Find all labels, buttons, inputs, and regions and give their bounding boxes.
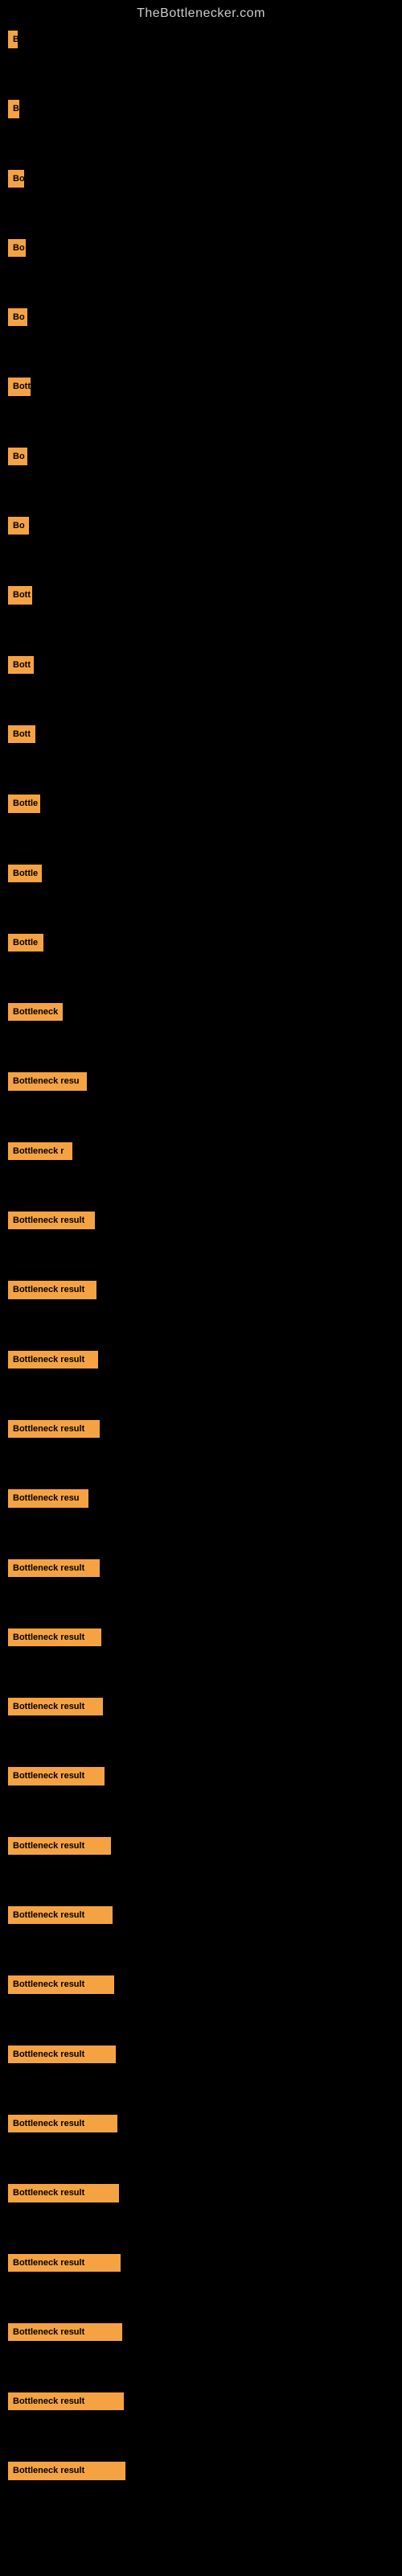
bar-row: Bottleneck result	[8, 1351, 394, 1368]
bar-row: Bott	[8, 725, 394, 743]
bar-row: Bo	[8, 517, 394, 535]
bar-label: Bottle	[8, 934, 43, 952]
bar-label: Bottleneck result	[8, 1351, 98, 1368]
bar-row: Bottleneck	[8, 1003, 394, 1021]
bars-container: B B Bo Bo Bo Bott Bo Bo Bott Bott Bott Bottle Bottle…	[0, 31, 402, 2532]
bar-row: Bottleneck result	[8, 2115, 394, 2132]
bar-label: Bottleneck result	[8, 2392, 124, 2410]
bar-row: Bottle	[8, 795, 394, 812]
bar-row: Bottleneck result	[8, 1698, 394, 1715]
bar-row: Bottleneck result	[8, 1629, 394, 1646]
bar-row: Bottleneck result	[8, 1767, 394, 1785]
bar-label: Bott	[8, 378, 31, 395]
bar-row: Bo	[8, 308, 394, 326]
bar-label: Bottleneck result	[8, 2184, 119, 2202]
bar-row: B	[8, 100, 394, 118]
bar-label: Bottleneck result	[8, 1559, 100, 1577]
bar-row: Bottleneck result	[8, 1212, 394, 1229]
bar-row: Bottleneck result	[8, 1837, 394, 1855]
bar-label: B	[8, 31, 18, 48]
bar-label: Bo	[8, 517, 29, 535]
bar-label: B	[8, 100, 19, 118]
bar-label: Bott	[8, 725, 35, 743]
bar-row: Bott	[8, 586, 394, 604]
bar-label: Bottleneck result	[8, 2254, 121, 2272]
site-title: TheBottlenecker.com	[0, 0, 402, 31]
bar-row: Bott	[8, 656, 394, 674]
bar-label: Bottleneck result	[8, 2046, 116, 2063]
bar-row: Bottleneck result	[8, 2462, 394, 2479]
bar-row: Bottle	[8, 934, 394, 952]
bar-row: Bottleneck result	[8, 1906, 394, 1924]
bar-row: Bottleneck result	[8, 2392, 394, 2410]
bar-label: Bottleneck result	[8, 1629, 101, 1646]
bar-label: Bottleneck result	[8, 1420, 100, 1438]
bar-label: Bo	[8, 170, 24, 188]
bar-label: Bottleneck result	[8, 1837, 111, 1855]
bar-row: Bottleneck result	[8, 1559, 394, 1577]
bar-label: Bottle	[8, 865, 42, 882]
bar-label: Bottleneck	[8, 1003, 63, 1021]
bar-label: Bott	[8, 586, 32, 604]
bar-label: Bottleneck result	[8, 1212, 95, 1229]
bar-row: Bo	[8, 448, 394, 465]
bar-row: Bottleneck result	[8, 1420, 394, 1438]
bar-row: Bottleneck result	[8, 2254, 394, 2272]
bar-label: Bottleneck result	[8, 1281, 96, 1298]
bar-label: Bo	[8, 448, 27, 465]
bar-row: Bo	[8, 239, 394, 257]
bar-row: Bottleneck r	[8, 1142, 394, 1160]
bar-label: Bottle	[8, 795, 40, 812]
bar-row: Bottleneck result	[8, 1281, 394, 1298]
bar-row: Bottleneck resu	[8, 1489, 394, 1507]
bar-label: Bott	[8, 656, 34, 674]
bar-label: Bottleneck resu	[8, 1489, 88, 1507]
bar-label: Bo	[8, 308, 27, 326]
bar-row: Bottle	[8, 865, 394, 882]
bar-label: Bottleneck r	[8, 1142, 72, 1160]
bar-row: Bo	[8, 170, 394, 188]
bar-row: Bottleneck result	[8, 2323, 394, 2341]
bar-row: Bottleneck result	[8, 1975, 394, 1993]
bar-row: Bottleneck result	[8, 2046, 394, 2063]
bar-label: Bottleneck resu	[8, 1072, 87, 1090]
bar-label: Bottleneck result	[8, 2323, 122, 2341]
bar-row: B	[8, 31, 394, 48]
bar-row: Bott	[8, 378, 394, 395]
bar-label: Bottleneck result	[8, 2115, 117, 2132]
bar-label: Bottleneck result	[8, 1906, 113, 1924]
bar-label: Bottleneck result	[8, 1975, 114, 1993]
bar-label: Bottleneck result	[8, 2462, 125, 2479]
bar-row: Bottleneck result	[8, 2184, 394, 2202]
bar-label: Bottleneck result	[8, 1767, 105, 1785]
bar-label: Bo	[8, 239, 26, 257]
bar-label: Bottleneck result	[8, 1698, 103, 1715]
bar-row: Bottleneck resu	[8, 1072, 394, 1090]
